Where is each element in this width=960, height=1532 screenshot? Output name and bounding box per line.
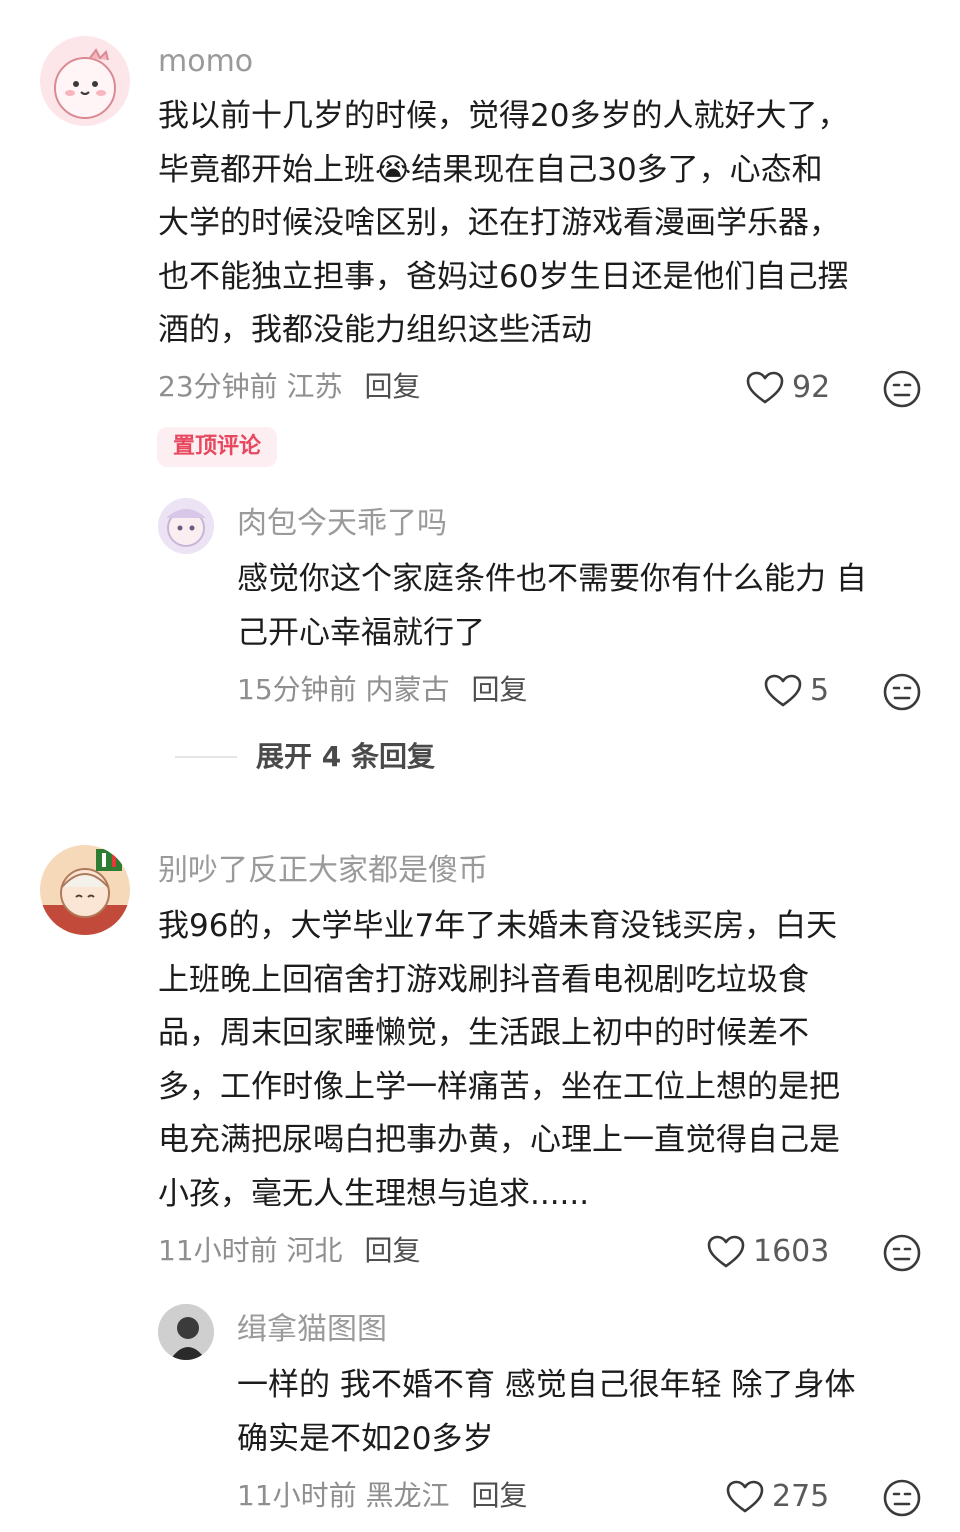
like-count: 1603 [753, 1234, 830, 1269]
comment-line: 电充满把尿喝白把事办黄，心理上一直觉得自己是 [158, 1122, 840, 1158]
avatar[interactable] [40, 36, 130, 126]
comment-time-location: 23分钟前 江苏 [158, 370, 343, 403]
expand-replies-button[interactable]: 展开 4 条回复 [256, 740, 435, 774]
comment-meta: 11小时前 河北 回复 [158, 1234, 421, 1268]
meh-face-icon[interactable] [882, 1478, 922, 1518]
like-count: 275 [772, 1479, 830, 1514]
comment-username[interactable]: 别吵了反正大家都是傻币 [158, 853, 488, 889]
expand-divider [175, 756, 237, 758]
meh-face-icon[interactable] [882, 672, 922, 712]
reply-text: 一样的 我不婚不育 感觉自己很年轻 除了身体 确实是不如20多岁 [237, 1359, 937, 1466]
reply-username[interactable]: 缉拿猫图图 [237, 1312, 387, 1348]
comment-line: 大学的时候没啥区别，还在打游戏看漫画学乐器， [158, 205, 840, 241]
reply-button[interactable]: 回复 [472, 673, 528, 706]
reply-button[interactable]: 回复 [365, 1234, 421, 1267]
like-count: 92 [792, 370, 831, 405]
comment-text: 我以前十几岁的时候，觉得20多岁的人就好大了， 毕竟都开始上班😭结果现在自己30… [158, 90, 938, 358]
reply-text: 感觉你这个家庭条件也不需要你有什么能力 自 己开心幸福就行了 [237, 553, 937, 660]
heart-outline-icon [746, 371, 784, 405]
comment-line: 酒的，我都没能力组织这些活动 [158, 312, 592, 348]
avatar[interactable] [158, 498, 214, 554]
comment-meta: 23分钟前 江苏 回复 [158, 370, 421, 404]
like-button[interactable]: 5 [764, 674, 829, 708]
like-button[interactable]: 275 [726, 1480, 829, 1514]
reply-line: 感觉你这个家庭条件也不需要你有什么能力 自 [237, 561, 867, 597]
heart-outline-icon [726, 1480, 764, 1514]
reply-button[interactable]: 回复 [472, 1479, 528, 1512]
comment-line: 小孩，毫无人生理想与追求...... [158, 1175, 590, 1212]
reply-button[interactable]: 回复 [365, 370, 421, 403]
reply-time-location: 15分钟前 内蒙古 [237, 673, 450, 706]
reply-line: 确实是不如20多岁 [237, 1420, 494, 1457]
comment-line: 我96的，大学毕业7年了未婚未育没钱买房，白天 [158, 908, 838, 944]
like-count: 5 [810, 673, 830, 708]
reply-meta: 11小时前 黑龙江 回复 [237, 1479, 528, 1513]
pinned-comment-badge: 置顶评论 [157, 427, 278, 467]
reply-line: 一样的 我不婚不育 感觉自己很年轻 除了身体 [237, 1367, 856, 1403]
reply-username[interactable]: 肉包今天乖了吗 [237, 506, 447, 542]
reply-line: 己开心幸福就行了 [237, 614, 485, 651]
avatar[interactable] [158, 1304, 214, 1360]
heart-outline-icon [707, 1235, 745, 1269]
like-button[interactable]: 1603 [707, 1235, 829, 1269]
meh-face-icon[interactable] [882, 1233, 922, 1273]
reply-meta: 15分钟前 内蒙古 回复 [237, 673, 528, 707]
meh-face-icon[interactable] [882, 369, 922, 409]
comment-line: 也不能独立担事，爸妈过60岁生日还是他们自己摆 [158, 258, 849, 295]
reply-time-location: 11小时前 黑龙江 [237, 1479, 450, 1512]
comment-username[interactable]: momo [158, 44, 253, 80]
comment-text: 我96的，大学毕业7年了未婚未育没钱买房，白天 上班晚上回宿舍打游戏刷抖音看电视… [158, 900, 938, 1221]
comment-line: 多，工作时像上学一样痛苦，坐在工位上想的是把 [158, 1068, 840, 1105]
comment-line: 我以前十几岁的时候，觉得20多岁的人就好大了， [158, 98, 849, 134]
like-button[interactable]: 92 [746, 371, 830, 405]
avatar[interactable] [40, 845, 130, 935]
comment-line: 上班晚上回宿舍打游戏刷抖音看电视剧吃垃圾食 [158, 961, 809, 998]
comment-line: 品，周末回家睡懒觉，生活跟上初中的时候差不 [158, 1015, 809, 1051]
comment-time-location: 11小时前 河北 [158, 1234, 343, 1267]
comment-line: 毕竟都开始上班😭结果现在自己30多了，心态和 [158, 151, 823, 188]
heart-outline-icon [764, 674, 802, 708]
